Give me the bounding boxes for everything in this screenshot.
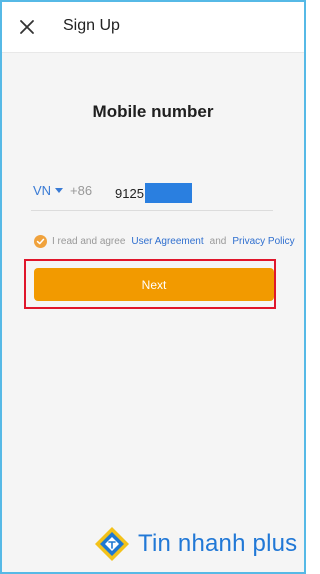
app-header: Sign Up	[2, 2, 304, 53]
next-button[interactable]: Next	[34, 268, 274, 301]
agree-conjunction: and	[209, 236, 227, 247]
screen-frame: Sign Up Mobile number VN +86 9125 I read…	[0, 0, 306, 574]
privacy-policy-link[interactable]: Privacy Policy	[232, 236, 294, 247]
phone-row: VN +86 9125	[31, 178, 273, 211]
page-title: Mobile number	[92, 102, 214, 121]
country-code: VN	[33, 183, 52, 198]
close-button[interactable]	[14, 14, 40, 40]
watermark: Tin nhanh plus	[92, 524, 297, 564]
header-title: Sign Up	[63, 17, 120, 34]
phone-number-input[interactable]: 9125	[115, 183, 192, 203]
redaction-box	[144, 183, 192, 203]
close-icon	[20, 20, 34, 34]
user-agreement-link[interactable]: User Agreement	[131, 236, 203, 247]
caret-down-icon	[55, 188, 64, 193]
country-select[interactable]: VN	[33, 183, 64, 198]
tin-nhanh-plus-logo	[95, 527, 129, 561]
agreement-row: I read and agree User Agreement and Priv…	[34, 235, 295, 248]
dial-code: +86	[70, 183, 93, 198]
watermark-text: Tin nhanh plus	[138, 530, 298, 557]
agree-checkbox[interactable]	[34, 235, 47, 248]
check-circle-icon	[36, 238, 45, 245]
phone-number-value: 9125	[115, 185, 144, 201]
agree-prefix: I read and agree	[52, 236, 126, 247]
